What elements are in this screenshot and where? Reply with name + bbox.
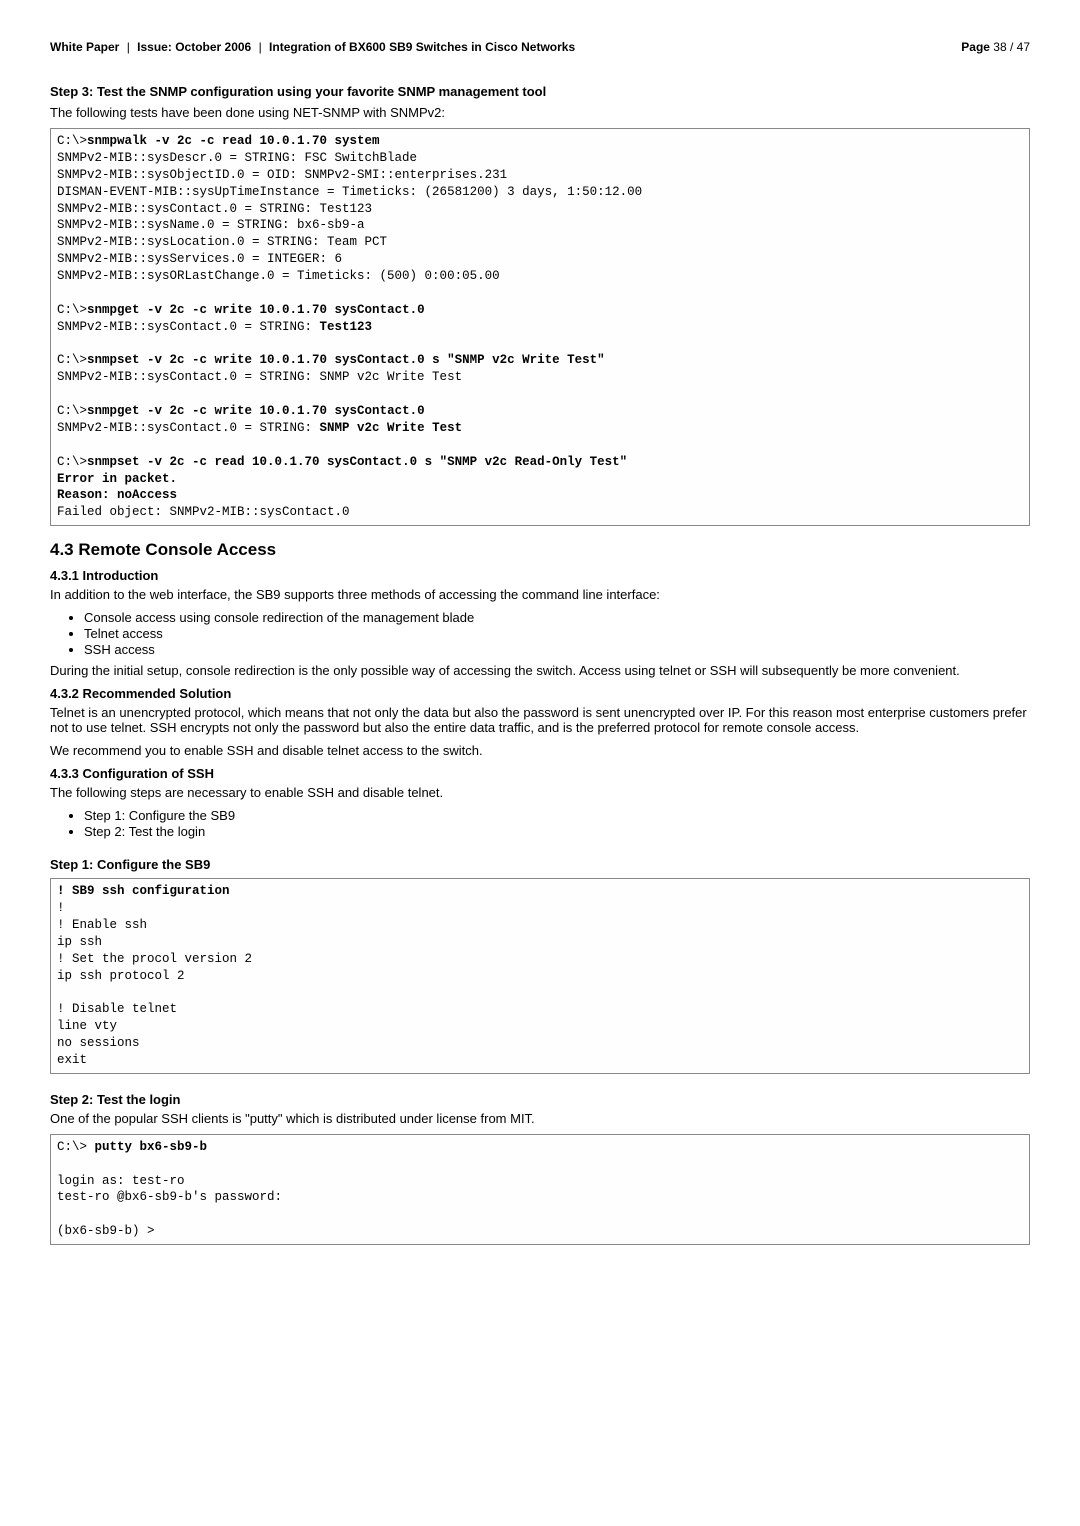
output: SNMPv2-MIB::sysContact.0 = STRING: SNMP …	[57, 370, 462, 384]
step3-intro: The following tests have been done using…	[50, 105, 1030, 120]
page-label: Page	[961, 40, 990, 54]
separator: |	[259, 40, 262, 54]
output: SNMPv2-MIB::sysContact.0 = STRING:	[57, 421, 320, 435]
prompt: C:\>	[57, 1140, 95, 1154]
s431-bullets: Console access using console redirection…	[84, 610, 1030, 657]
output: SNMPv2-MIB::sysORLastChange.0 = Timetick…	[57, 269, 500, 283]
prompt: C:\>	[57, 303, 87, 317]
cmd-snmpset-ro: snmpset -v 2c -c read 10.0.1.70 sysConta…	[87, 455, 627, 469]
error-line: Error in packet.	[57, 472, 177, 486]
header-left: White Paper | Issue: October 2006 | Inte…	[50, 40, 575, 54]
cfg-line: !	[57, 901, 65, 915]
page-value: 38 / 47	[993, 40, 1030, 54]
password-line: test-ro @bx6-sb9-b's password:	[57, 1190, 282, 1204]
login-line: login as: test-ro	[57, 1174, 185, 1188]
snmp-test-codebox: C:\>snmpwalk -v 2c -c read 10.0.1.70 sys…	[50, 128, 1030, 526]
cmd-snmpwalk: snmpwalk -v 2c -c read 10.0.1.70 system	[87, 134, 380, 148]
s432-para2: We recommend you to enable SSH and disab…	[50, 743, 1030, 758]
output: SNMPv2-MIB::sysName.0 = STRING: bx6-sb9-…	[57, 218, 365, 232]
output: SNMPv2-MIB::sysLocation.0 = STRING: Team…	[57, 235, 387, 249]
output-bold: SNMP v2c Write Test	[320, 421, 463, 435]
output: SNMPv2-MIB::sysDescr.0 = STRING: FSC Swi…	[57, 151, 417, 165]
cmd-snmpset: snmpset -v 2c -c write 10.0.1.70 sysCont…	[87, 353, 605, 367]
cfg-line: exit	[57, 1053, 87, 1067]
header-right: Page 38 / 47	[961, 40, 1030, 54]
separator: |	[127, 40, 130, 54]
cmd-snmpget2: snmpget -v 2c -c write 10.0.1.70 sysCont…	[87, 404, 425, 418]
output-bold: Test123	[320, 320, 373, 334]
section-4-3-3-heading: 4.3.3 Configuration of SSH	[50, 766, 1030, 781]
section-4-3-2-heading: 4.3.2 Recommended Solution	[50, 686, 1030, 701]
cfg-line: ip ssh	[57, 935, 102, 949]
step2-heading: Step 2: Test the login	[50, 1092, 1030, 1107]
output: SNMPv2-MIB::sysServices.0 = INTEGER: 6	[57, 252, 342, 266]
prompt: C:\>	[57, 353, 87, 367]
output: DISMAN-EVENT-MIB::sysUpTimeInstance = Ti…	[57, 185, 642, 199]
s432-para1: Telnet is an unencrypted protocol, which…	[50, 705, 1030, 735]
prompt: C:\>	[57, 455, 87, 469]
putty-login-codebox: C:\> putty bx6-sb9-b login as: test-ro t…	[50, 1134, 1030, 1245]
cfg-line: ! Disable telnet	[57, 1002, 177, 1016]
page-header: White Paper | Issue: October 2006 | Inte…	[50, 40, 1030, 54]
shell-prompt: (bx6-sb9-b) >	[57, 1224, 155, 1238]
bullet-step1: Step 1: Configure the SB9	[84, 808, 1030, 823]
output: SNMPv2-MIB::sysContact.0 = STRING:	[57, 320, 320, 334]
white-paper-label: White Paper	[50, 40, 119, 54]
cfg-line: ! Enable ssh	[57, 918, 147, 932]
s431-para2: During the initial setup, console redire…	[50, 663, 1030, 678]
cfg-title: ! SB9 ssh configuration	[57, 884, 230, 898]
cfg-line: no sessions	[57, 1036, 140, 1050]
output: SNMPv2-MIB::sysObjectID.0 = OID: SNMPv2-…	[57, 168, 507, 182]
failed-object: Failed object: SNMPv2-MIB::sysContact.0	[57, 505, 350, 519]
s433-para: The following steps are necessary to ena…	[50, 785, 1030, 800]
cfg-line: ! Set the procol version 2	[57, 952, 252, 966]
section-4-3-1-heading: 4.3.1 Introduction	[50, 568, 1030, 583]
bullet-telnet: Telnet access	[84, 626, 1030, 641]
section-4-3-heading: 4.3 Remote Console Access	[50, 540, 1030, 560]
bullet-step2: Step 2: Test the login	[84, 824, 1030, 839]
cmd-putty: putty bx6-sb9-b	[95, 1140, 208, 1154]
step2-intro: One of the popular SSH clients is "putty…	[50, 1111, 1030, 1126]
sb9-config-codebox: ! SB9 ssh configuration ! ! Enable ssh i…	[50, 878, 1030, 1074]
bullet-ssh: SSH access	[84, 642, 1030, 657]
cfg-line: line vty	[57, 1019, 117, 1033]
s433-bullets: Step 1: Configure the SB9 Step 2: Test t…	[84, 808, 1030, 839]
output: SNMPv2-MIB::sysContact.0 = STRING: Test1…	[57, 202, 372, 216]
cfg-line: ip ssh protocol 2	[57, 969, 185, 983]
cmd-snmpget: snmpget -v 2c -c write 10.0.1.70 sysCont…	[87, 303, 425, 317]
reason-line: Reason: noAccess	[57, 488, 177, 502]
bullet-console: Console access using console redirection…	[84, 610, 1030, 625]
step1-heading: Step 1: Configure the SB9	[50, 857, 1030, 872]
doc-title: Integration of BX600 SB9 Switches in Cis…	[269, 40, 575, 54]
step3-heading: Step 3: Test the SNMP configuration usin…	[50, 84, 1030, 99]
prompt: C:\>	[57, 134, 87, 148]
s431-para: In addition to the web interface, the SB…	[50, 587, 1030, 602]
prompt: C:\>	[57, 404, 87, 418]
issue-label: Issue: October 2006	[137, 40, 251, 54]
